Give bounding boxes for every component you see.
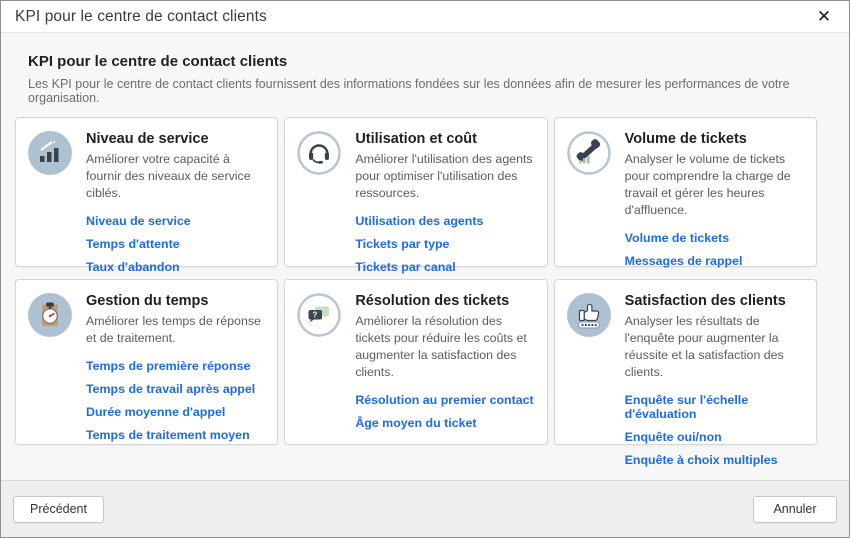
link-age-moyen-du-ticket[interactable]: Âge moyen du ticket: [355, 416, 534, 430]
dialog-title: KPI pour le centre de contact clients: [15, 8, 267, 26]
kpi-card-grid: Niveau de service Améliorer votre capaci…: [15, 117, 817, 445]
close-icon[interactable]: ✕: [813, 6, 835, 28]
link-enquete-sur-lechelle-devaluation[interactable]: Enquête sur l'échelle d'évaluation: [625, 393, 804, 421]
dialog-titlebar: KPI pour le centre de contact clients ✕: [1, 1, 849, 33]
card-niveau-de-service: Niveau de service Améliorer votre capaci…: [15, 117, 278, 267]
link-temps-de-travail-apres-appel[interactable]: Temps de travail après appel: [86, 382, 265, 396]
phone-volume-icon: [567, 131, 611, 256]
card-satisfaction-des-clients: Satisfaction des clients Analyser les ré…: [554, 279, 817, 445]
link-utilisation-des-agents[interactable]: Utilisation des agents: [355, 214, 534, 228]
link-enquete-a-choix-multiples[interactable]: Enquête à choix multiples: [625, 453, 804, 467]
page-title: KPI pour le centre de contact clients: [28, 53, 835, 70]
card-description: Améliorer les temps de réponse et de tra…: [86, 313, 265, 347]
link-volume-de-tickets[interactable]: Volume de tickets: [625, 231, 804, 245]
link-temps-de-traitement-moyen[interactable]: Temps de traitement moyen: [86, 428, 265, 442]
svg-text:?: ?: [313, 311, 318, 320]
card-gestion-du-temps: Gestion du temps Améliorer les temps de …: [15, 279, 278, 445]
intro-section: KPI pour le centre de contact clients Le…: [28, 53, 835, 105]
link-messages-de-rappel[interactable]: Messages de rappel: [625, 254, 804, 268]
link-temps-de-premiere-reponse[interactable]: Temps de première réponse: [86, 359, 265, 373]
dialog-footer: Précédent Annuler: [1, 480, 849, 537]
card-description: Analyser les résultats de l'enquête pour…: [625, 313, 804, 381]
link-temps-dattente[interactable]: Temps d'attente: [86, 237, 265, 251]
link-tickets-par-type[interactable]: Tickets par type: [355, 237, 534, 251]
card-title: Résolution des tickets: [355, 293, 534, 309]
link-resolution-au-premier-contact[interactable]: Résolution au premier contact: [355, 393, 534, 407]
card-volume-de-tickets: Volume de tickets Analyser le volume de …: [554, 117, 817, 267]
headset-icon: [297, 131, 341, 256]
previous-button[interactable]: Précédent: [13, 496, 104, 523]
link-taux-dabandon[interactable]: Taux d'abandon: [86, 260, 265, 274]
card-description: Améliorer la résolution des tickets pour…: [355, 313, 534, 381]
link-tickets-par-canal[interactable]: Tickets par canal: [355, 260, 534, 274]
card-title: Volume de tickets: [625, 131, 804, 147]
dialog-content: KPI pour le centre de contact clients Le…: [1, 33, 849, 480]
stopwatch-clipboard-icon: [28, 293, 72, 434]
card-title: Gestion du temps: [86, 293, 265, 309]
card-title: Utilisation et coût: [355, 131, 534, 147]
card-description: Améliorer l'utilisation des agents pour …: [355, 151, 534, 202]
thumbs-up-rating-icon: [567, 293, 611, 434]
card-description: Améliorer votre capacité à fournir des n…: [86, 151, 265, 202]
card-links: Enquête sur l'échelle d'évaluation Enquê…: [625, 393, 804, 467]
card-utilisation-et-cout: Utilisation et coût Améliorer l'utilisat…: [284, 117, 547, 267]
card-resolution-des-tickets: ? Résolution des tickets Améliorer la ré…: [284, 279, 547, 445]
link-niveau-de-service[interactable]: Niveau de service: [86, 214, 265, 228]
card-title: Satisfaction des clients: [625, 293, 804, 309]
kpi-dialog: KPI pour le centre de contact clients ✕ …: [0, 0, 850, 538]
card-links: Temps de première réponse Temps de trava…: [86, 359, 265, 442]
page-description: Les KPI pour le centre de contact client…: [28, 77, 835, 105]
chat-question-icon: ?: [297, 293, 341, 434]
card-description: Analyser le volume de tickets pour compr…: [625, 151, 804, 219]
cancel-button[interactable]: Annuler: [753, 496, 837, 523]
card-links: Résolution au premier contact Âge moyen …: [355, 393, 534, 430]
card-title: Niveau de service: [86, 131, 265, 147]
link-enquete-oui-non[interactable]: Enquête oui/non: [625, 430, 804, 444]
service-level-chart-icon: [28, 131, 72, 256]
link-duree-moyenne-dappel[interactable]: Durée moyenne d'appel: [86, 405, 265, 419]
